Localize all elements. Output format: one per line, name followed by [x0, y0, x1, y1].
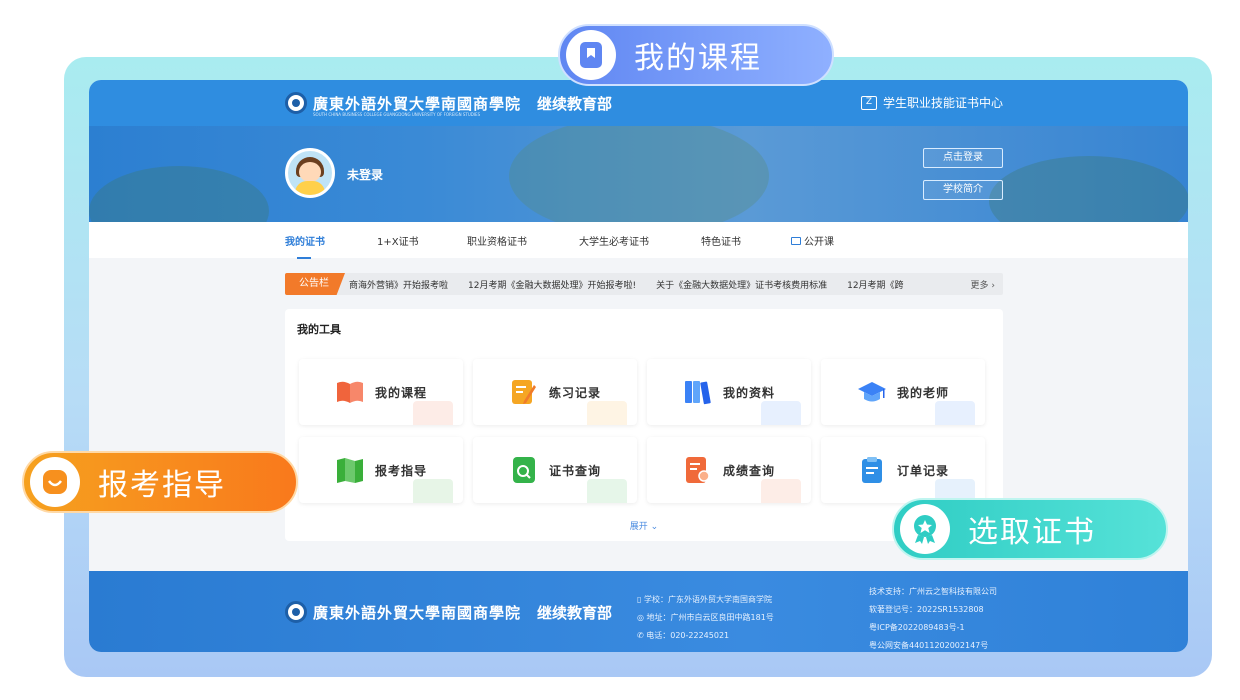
tool-exam-guide[interactable]: 报考指导: [299, 437, 463, 503]
tool-bg-decoration: [761, 401, 801, 425]
footer-contact: ▯ 学校：广东外语外贸大学南国商学院 ◎ 地址：广州市白云区良田中路181号 ✆…: [637, 591, 774, 645]
banner-decoration: [989, 156, 1188, 222]
tool-bg-decoration: [761, 479, 801, 503]
tab-open-courses[interactable]: 公开课: [791, 233, 834, 248]
footer-police[interactable]: 粤公网安备44011202002147号: [869, 637, 997, 652]
location-icon: ◎: [637, 613, 647, 622]
cert-center-link[interactable]: Z 学生职业技能证书中心: [860, 94, 1003, 111]
notice-more-link[interactable]: 更多 ›: [964, 278, 995, 291]
tool-bg-decoration: [413, 401, 453, 425]
book-icon: [336, 381, 363, 403]
tool-label: 我的资料: [722, 385, 775, 400]
footer-software-reg: 软著登记号：2022SR1532808: [869, 605, 984, 614]
footer-address-text: 地址：广州市白云区良田中路181号: [646, 613, 774, 622]
tool-label: 我的课程: [374, 385, 427, 400]
login-button[interactable]: 点击登录: [923, 148, 1003, 168]
tool-my-materials[interactable]: 我的资料: [647, 359, 811, 425]
tool-bg-decoration: [587, 479, 627, 503]
graduation-cap-icon: [857, 382, 886, 402]
tool-label: 报考指导: [374, 463, 427, 478]
callout-select-cert: 选取证书: [892, 498, 1168, 560]
notice-item[interactable]: 商海外营销》开始报考啦: [349, 278, 448, 291]
footer-icp[interactable]: 粤ICP备2022089483号-1: [869, 619, 997, 637]
tool-bg-decoration: [935, 401, 975, 425]
department-name: 继续教育部: [537, 94, 613, 113]
username: 未登录: [347, 168, 384, 182]
phone-icon: ✆: [637, 631, 647, 640]
footer-school-text: 学校：广东外语外贸大学南国商学院: [643, 595, 772, 604]
tab-my-certificates[interactable]: 我的证书: [285, 233, 325, 259]
footer-school-logo: 廣東外語外貿大學南國商學院 继续教育部: [285, 601, 612, 623]
search-doc-icon: [512, 457, 535, 483]
footer-tech-support: 技术支持：广州云之智科技有限公司: [869, 587, 997, 596]
avatar-body: [295, 181, 325, 195]
callout-select-cert-label: 选取证书: [968, 515, 1096, 550]
guide-badge-icon: [30, 457, 80, 507]
school-seal-icon: [285, 601, 307, 623]
callout-exam-guide-label: 报考指导: [98, 468, 226, 503]
tool-bg-decoration: [413, 479, 453, 503]
tool-score-query[interactable]: 成绩查询: [647, 437, 811, 503]
footer-school-name: 廣東外語外貿大學南國商學院: [313, 603, 522, 622]
footer-department-name: 继续教育部: [537, 603, 613, 622]
tools-title: 我的工具: [297, 323, 341, 336]
tool-label: 练习记录: [548, 385, 601, 400]
avatar-face: [299, 162, 321, 182]
building-icon: ▯: [637, 595, 644, 604]
main-nav: 我的证书 1+X证书 职业资格证书 大学生必考证书 特色证书 公开课: [89, 222, 1188, 259]
tool-my-courses[interactable]: 我的课程: [299, 359, 463, 425]
app-screen: 廣東外語外貿大學南國商學院 SOUTH CHINA BUSINESS COLLE…: [89, 80, 1188, 652]
tool-label: 证书查询: [548, 463, 601, 478]
footer-school: ▯ 学校：广东外语外贸大学南国商学院: [637, 591, 774, 609]
tool-practice-records[interactable]: 练习记录: [473, 359, 637, 425]
notice-bar: 公告栏 商海外营销》开始报考啦 12月考期《金融大数据处理》开始报考啦! 关于《…: [285, 273, 1003, 295]
footer-address: ◎ 地址：广州市白云区良田中路181号: [637, 609, 774, 627]
clipboard-icon: [861, 457, 882, 483]
notice-item[interactable]: 12月考期《金融大数据处理》开始报考啦!: [468, 278, 636, 291]
callout-my-courses: 我的课程: [558, 24, 834, 86]
notice-item[interactable]: 关于《金融大数据处理》证书考核费用标准: [656, 278, 827, 291]
tool-label: 订单记录: [896, 463, 949, 478]
banner-decoration: [509, 126, 769, 222]
callout-my-courses-label: 我的课程: [634, 41, 762, 76]
tool-label: 我的老师: [896, 385, 949, 400]
pencil-icon: [511, 380, 536, 404]
school-intro-button[interactable]: 学校简介: [923, 180, 1003, 200]
footer: 廣東外語外貿大學南國商學院 继续教育部 ▯ 学校：广东外语外贸大学南国商学院 ◎…: [89, 571, 1188, 652]
school-logo[interactable]: 廣東外語外貿大學南國商學院 SOUTH CHINA BUSINESS COLLE…: [285, 92, 613, 117]
cert-center-icon: Z: [860, 95, 877, 110]
footer-legal: 技术支持：广州云之智科技有限公司 软著登记号：2022SR1532808 粤IC…: [869, 583, 997, 652]
tool-label: 成绩查询: [722, 463, 775, 478]
tool-my-teachers[interactable]: 我的老师: [821, 359, 985, 425]
tab-1x-certificates[interactable]: 1+X证书: [377, 233, 419, 248]
footer-phone-text: 电话：020-22245021: [646, 631, 730, 640]
banner-decoration: [89, 166, 269, 222]
notice-list: 商海外营销》开始报考啦 12月考期《金融大数据处理》开始报考啦! 关于《金融大数…: [349, 278, 904, 291]
school-name-en: SOUTH CHINA BUSINESS COLLEGE GUANGDONG U…: [313, 112, 481, 117]
callout-exam-guide: 报考指导: [22, 451, 298, 513]
school-seal-icon: [285, 92, 307, 114]
user-banner: 未登录 点击登录 学校简介: [89, 126, 1188, 222]
top-bar: 廣東外語外貿大學南國商學院 SOUTH CHINA BUSINESS COLLE…: [89, 80, 1188, 126]
cert-center-label: 学生职业技能证书中心: [882, 96, 1003, 110]
open-book-icon: [791, 236, 801, 245]
score-doc-icon: [685, 457, 710, 483]
tab-open-courses-label: 公开课: [804, 237, 834, 248]
avatar[interactable]: [285, 148, 335, 198]
award-medal-icon: [900, 504, 950, 554]
my-tools-panel: 我的工具 我的课程 练习记录 我的资料 我的老师 报考指导 证书查询 成绩查询 …: [285, 309, 1003, 541]
folders-icon: [684, 381, 711, 405]
tool-order-records[interactable]: 订单记录: [821, 437, 985, 503]
course-book-icon: [566, 30, 616, 80]
tool-bg-decoration: [587, 401, 627, 425]
notice-tag: 公告栏: [285, 273, 345, 295]
tool-certificate-query[interactable]: 证书查询: [473, 437, 637, 503]
map-icon: [336, 458, 363, 483]
school-name: 廣東外語外貿大學南國商學院: [313, 94, 522, 113]
tab-featured-certificates[interactable]: 特色证书: [701, 233, 741, 248]
tab-professional-certificates[interactable]: 职业资格证书: [467, 233, 527, 248]
footer-phone: ✆ 电话：020-22245021: [637, 627, 774, 645]
tab-college-required-certificates[interactable]: 大学生必考证书: [579, 233, 649, 248]
notice-item[interactable]: 12月考期《跨: [847, 278, 903, 291]
